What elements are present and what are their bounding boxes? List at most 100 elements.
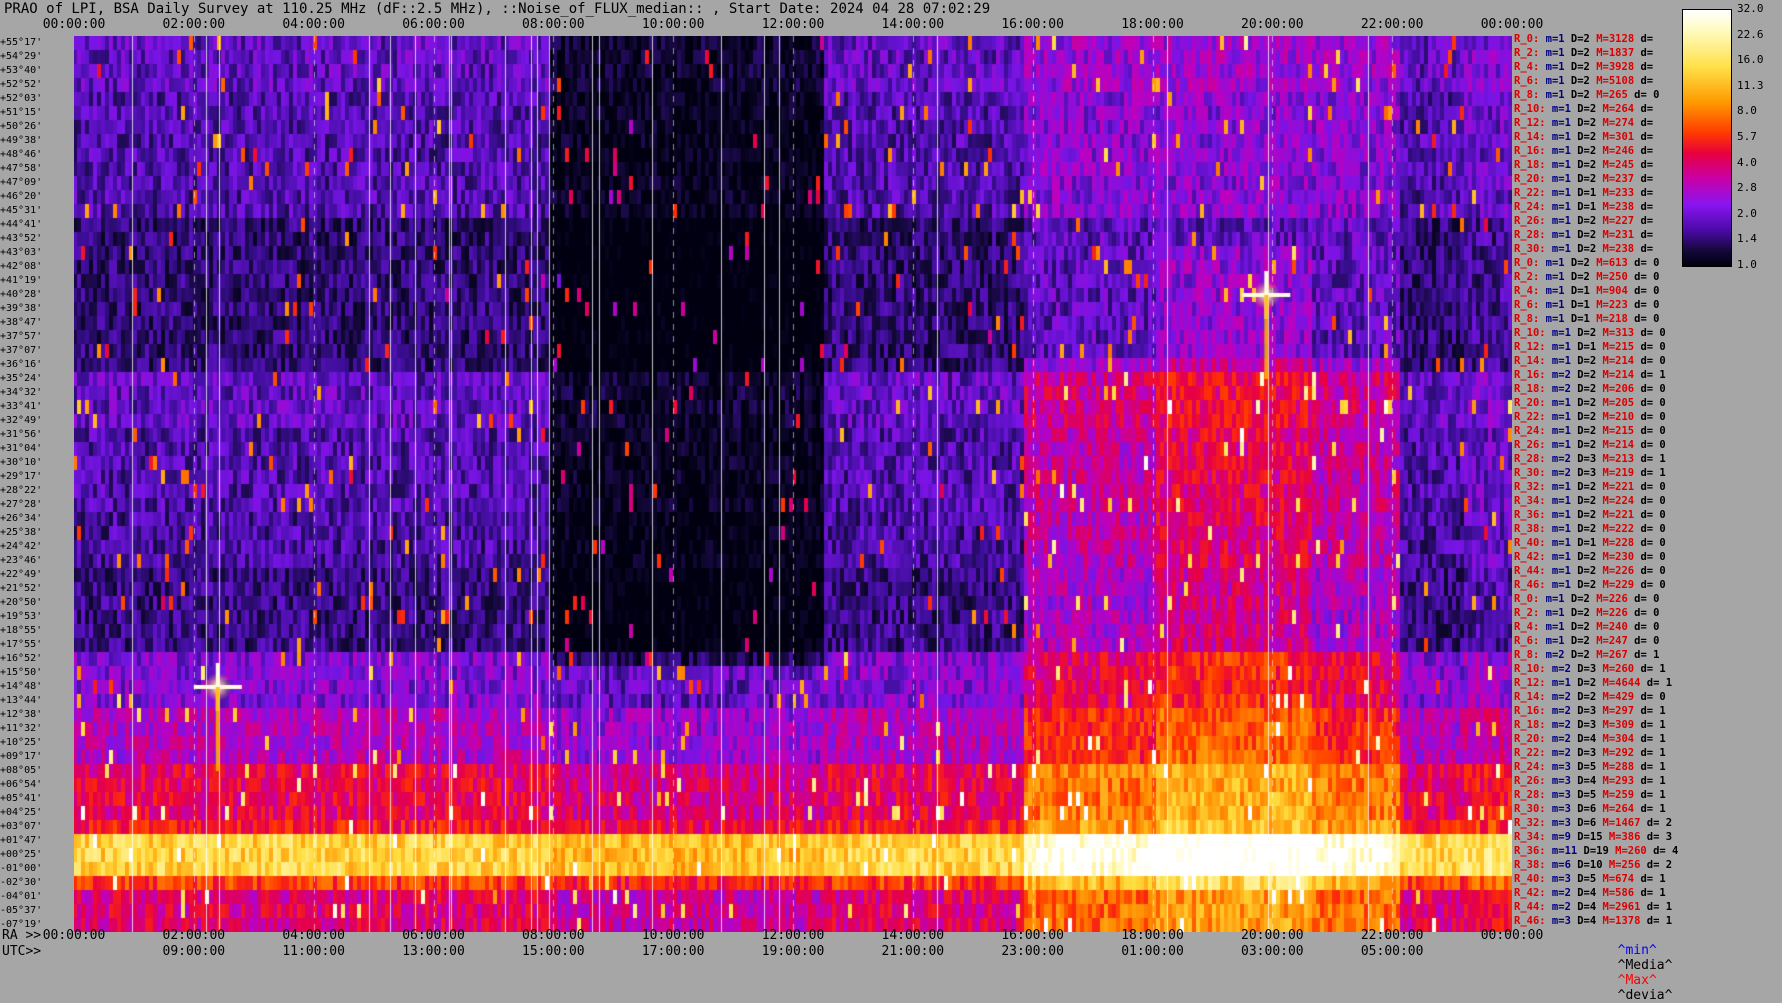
ra-axis-tick: 00:00:00	[42, 928, 106, 943]
declination-label: +54°29'	[0, 51, 43, 62]
declination-label: +25°38'	[0, 527, 43, 538]
band-stat-row: R_14: m=1 D=2 M=301 d=	[1514, 131, 1654, 143]
top-axis-tick: 04:00:00	[282, 17, 345, 32]
declination-label: +09°17'	[0, 751, 43, 762]
stats-legend: ^min^ ^Media^ ^Max^ ^devia^	[1602, 928, 1673, 1003]
band-stat-row: R_20: m=1 D=2 M=237 d=	[1514, 173, 1654, 185]
band-stat-row: R_6: m=1 D=2 M=5108 d=	[1514, 75, 1654, 87]
declination-label: -01°00'	[0, 863, 43, 874]
declination-label: +00°25'	[0, 849, 43, 860]
band-stat-row: R_36: m=11 D=19 M=260 d= 4	[1514, 845, 1679, 857]
declination-label: +01°47'	[0, 835, 43, 846]
top-axis-tick: 18:00:00	[1121, 17, 1184, 32]
ra-axis-tick: 08:00:00	[522, 928, 585, 943]
band-stat-row: R_30: m=2 D=3 M=219 d= 1	[1514, 467, 1666, 479]
band-stat-row: R_28: m=3 D=5 M=259 d= 1	[1514, 789, 1666, 801]
declination-label: +27°28'	[0, 499, 43, 510]
declination-label: -04°01'	[0, 891, 43, 902]
declination-label: +55°17'	[0, 37, 43, 48]
band-stat-row: R_46: m=1 D=2 M=229 d= 0	[1514, 579, 1666, 591]
utc-axis-label: UTC>>	[2, 944, 42, 959]
colorbar-tick: 5.7	[1737, 130, 1757, 143]
legend-deviation: ^devia^	[1617, 988, 1673, 1003]
top-axis-tick: 08:00:00	[522, 17, 585, 32]
legend-median: ^Media^	[1617, 958, 1673, 973]
band-stat-row: R_22: m=1 D=2 M=210 d= 0	[1514, 411, 1666, 423]
utc-axis-tick: 11:00:00	[282, 944, 345, 959]
colorbar-tick: 2.0	[1737, 206, 1757, 220]
band-stat-row: R_26: m=1 D=2 M=214 d= 0	[1514, 439, 1666, 451]
declination-label: +18°55'	[0, 625, 43, 636]
heatmap-canvas	[74, 36, 1512, 932]
band-stat-row: R_12: m=1 D=1 M=215 d= 0	[1514, 341, 1666, 353]
declination-label: +21°52'	[0, 583, 43, 594]
top-axis-tick: 12:00:00	[761, 17, 825, 32]
band-stat-row: R_10: m=1 D=2 M=264 d=	[1514, 103, 1654, 115]
declination-label: +05°41'	[0, 793, 43, 804]
ra-axis-tick: 04:00:00	[282, 928, 345, 943]
utc-axis-tick: 03:00:00	[1241, 944, 1304, 959]
band-stat-row: R_34: m=9 D=15 M=386 d= 3	[1514, 831, 1673, 843]
declination-label: +48°46'	[0, 149, 43, 160]
colorbar	[1682, 9, 1732, 267]
declination-label: +26°34'	[0, 513, 43, 524]
utc-axis-tick: 21:00:00	[881, 944, 945, 959]
band-stat-row: R_2: m=1 D=2 M=1837 d=	[1514, 47, 1654, 59]
declination-label: +22°49'	[0, 569, 43, 580]
declination-label: +45°31'	[0, 205, 43, 216]
declination-label: +34°32'	[0, 387, 43, 398]
ra-axis-tick: 14:00:00	[881, 928, 945, 943]
declination-label: +46°20'	[0, 191, 43, 202]
band-stat-row: R_8: m=2 D=2 M=267 d= 1	[1514, 649, 1660, 661]
declination-label: +24°42'	[0, 541, 43, 552]
declination-label: +13°44'	[0, 695, 43, 706]
declination-label: +36°16'	[0, 359, 43, 370]
colorbar-tick: 11.3	[1737, 78, 1764, 92]
band-stat-row: R_34: m=1 D=2 M=224 d= 0	[1514, 495, 1666, 507]
top-axis-tick: 02:00:00	[162, 17, 226, 32]
declination-label: +31°56'	[0, 429, 43, 440]
declination-label: +47°58'	[0, 163, 43, 174]
top-axis-tick: 00:00:00	[42, 17, 106, 32]
utc-axis-tick: 23:00:00	[1001, 944, 1064, 959]
declination-label: +06°54'	[0, 779, 43, 790]
band-stat-row: R_10: m=1 D=2 M=313 d= 0	[1514, 327, 1666, 339]
declination-label: +04°25'	[0, 807, 43, 818]
top-axis-tick: 06:00:00	[402, 17, 465, 32]
declination-label: +28°22'	[0, 485, 43, 496]
declination-label: +30°10'	[0, 457, 43, 468]
band-stat-row: R_2: m=1 D=2 M=250 d= 0	[1514, 271, 1660, 283]
declination-label: +37°07'	[0, 345, 43, 356]
band-stat-row: R_0: m=1 D=2 M=613 d= 0	[1514, 257, 1660, 269]
utc-axis-tick: 13:00:00	[402, 944, 465, 959]
band-stat-row: R_16: m=2 D=2 M=214 d= 1	[1514, 369, 1666, 381]
utc-axis-tick: 05:00:00	[1360, 944, 1424, 959]
band-stat-row: R_20: m=1 D=2 M=205 d= 0	[1514, 397, 1666, 409]
colorbar-tick: 16.0	[1737, 53, 1764, 67]
ra-axis-tick: 22:00:00	[1360, 928, 1424, 943]
declination-label: +53°40'	[0, 65, 43, 76]
declination-label: +35°24'	[0, 373, 43, 384]
declination-label: +38°47'	[0, 317, 43, 328]
utc-axis-tick: 15:00:00	[522, 944, 585, 959]
band-stat-row: R_2: m=1 D=2 M=226 d= 0	[1514, 607, 1660, 619]
band-stat-row: R_40: m=1 D=1 M=228 d= 0	[1514, 537, 1666, 549]
band-stat-row: R_0: m=1 D=2 M=226 d= 0	[1514, 593, 1660, 605]
band-stat-row: R_4: m=1 D=2 M=3928 d=	[1514, 61, 1654, 73]
band-stat-row: R_6: m=1 D=1 M=223 d= 0	[1514, 299, 1660, 311]
colorbar-tick: 8.0	[1737, 104, 1757, 118]
ra-axis-tick: 12:00:00	[761, 928, 825, 943]
colorbar-tick: 2.8	[1737, 181, 1757, 195]
legend-max: ^Max^	[1617, 973, 1657, 988]
declination-label: +42°08'	[0, 261, 43, 272]
band-stat-row: R_8: m=1 D=2 M=265 d= 0	[1514, 89, 1660, 101]
heatmap-plot	[74, 36, 1512, 932]
declination-label: +49°38'	[0, 135, 43, 146]
declination-label: +43°03'	[0, 247, 43, 258]
band-stat-row: R_14: m=2 D=2 M=429 d= 0	[1514, 691, 1666, 703]
band-stat-row: R_24: m=3 D=5 M=288 d= 1	[1514, 761, 1666, 773]
declination-label: +17°55'	[0, 639, 43, 650]
declination-label: +33°41'	[0, 401, 43, 412]
band-stat-row: R_8: m=1 D=1 M=218 d= 0	[1514, 313, 1660, 325]
declination-label: +47°09'	[0, 177, 43, 188]
